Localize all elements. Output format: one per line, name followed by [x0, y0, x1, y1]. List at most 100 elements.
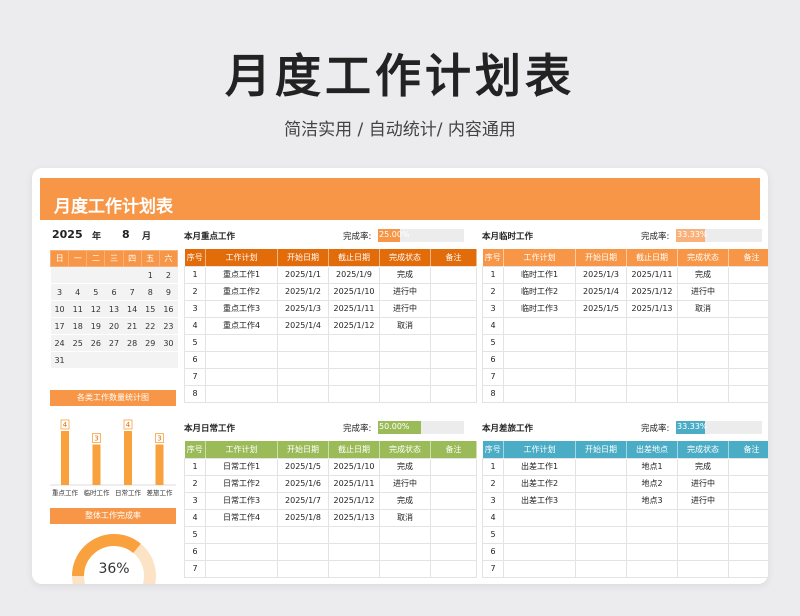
table-cell[interactable]: 出差工作3: [503, 491, 576, 510]
table-cell[interactable]: [575, 542, 627, 561]
table-cell[interactable]: 2025/1/12: [328, 316, 380, 335]
table-cell[interactable]: 进行中: [677, 282, 729, 301]
table-cell[interactable]: [205, 333, 278, 352]
table-cell[interactable]: 重点工作3: [205, 299, 278, 318]
table-cell[interactable]: 4: [184, 316, 206, 335]
table-cell[interactable]: 2025/1/3: [575, 265, 627, 284]
table-cell[interactable]: [728, 508, 768, 527]
table-cell[interactable]: [575, 508, 627, 527]
table-cell[interactable]: [728, 367, 768, 386]
table-cell[interactable]: 8: [482, 384, 504, 403]
table-cell[interactable]: [626, 542, 678, 561]
table-cell[interactable]: 1: [184, 265, 206, 284]
table-cell[interactable]: [277, 350, 329, 369]
table-cell[interactable]: 取消: [677, 299, 729, 318]
table-cell[interactable]: 2: [184, 474, 206, 493]
table-cell[interactable]: [430, 491, 477, 510]
table-cell[interactable]: [575, 559, 627, 578]
table-cell[interactable]: [430, 508, 477, 527]
table-cell[interactable]: 2025/1/1: [277, 265, 329, 284]
table-cell[interactable]: 7: [184, 559, 206, 578]
table-cell[interactable]: [626, 384, 678, 403]
table-cell[interactable]: [677, 316, 729, 335]
table-cell[interactable]: [728, 316, 768, 335]
table-cell[interactable]: 出差工作1: [503, 457, 576, 476]
table-cell[interactable]: [430, 350, 477, 369]
table-cell[interactable]: [728, 333, 768, 352]
table-cell[interactable]: 重点工作2: [205, 282, 278, 301]
table-cell[interactable]: 地点3: [626, 491, 678, 510]
table-cell[interactable]: 7: [184, 367, 206, 386]
table-cell[interactable]: 2025/1/3: [277, 299, 329, 318]
table-cell[interactable]: [677, 559, 729, 578]
table-cell[interactable]: [379, 384, 431, 403]
table-cell[interactable]: 2025/1/10: [328, 282, 380, 301]
table-cell[interactable]: 临时工作2: [503, 282, 576, 301]
table-cell[interactable]: 取消: [379, 508, 431, 527]
table-cell[interactable]: [728, 474, 768, 493]
table-cell[interactable]: 2025/1/13: [626, 299, 678, 318]
table-cell[interactable]: 4: [482, 316, 504, 335]
table-cell[interactable]: [430, 542, 477, 561]
table-cell[interactable]: 日常工作3: [205, 491, 278, 510]
table-cell[interactable]: 重点工作4: [205, 316, 278, 335]
table-cell[interactable]: 2025/1/2: [277, 282, 329, 301]
table-cell[interactable]: 取消: [379, 316, 431, 335]
table-cell[interactable]: 日常工作4: [205, 508, 278, 527]
table-cell[interactable]: [503, 525, 576, 544]
table-cell[interactable]: 2025/1/4: [277, 316, 329, 335]
table-cell[interactable]: 2025/1/11: [626, 265, 678, 284]
table-cell[interactable]: [430, 265, 477, 284]
table-cell[interactable]: [277, 333, 329, 352]
table-cell[interactable]: 进行中: [379, 474, 431, 493]
table-cell[interactable]: 1: [184, 457, 206, 476]
table-cell[interactable]: [379, 525, 431, 544]
table-cell[interactable]: 2025/1/11: [328, 474, 380, 493]
table-cell[interactable]: 4: [184, 508, 206, 527]
table-cell[interactable]: 临时工作3: [503, 299, 576, 318]
table-cell[interactable]: [328, 333, 380, 352]
table-cell[interactable]: [626, 508, 678, 527]
table-cell[interactable]: [328, 350, 380, 369]
table-cell[interactable]: [575, 474, 627, 493]
table-cell[interactable]: [728, 457, 768, 476]
table-cell[interactable]: 进行中: [379, 282, 431, 301]
table-cell[interactable]: [430, 474, 477, 493]
table-cell[interactable]: [503, 542, 576, 561]
table-cell[interactable]: 2025/1/10: [328, 457, 380, 476]
table-cell[interactable]: 进行中: [677, 491, 729, 510]
table-cell[interactable]: [328, 384, 380, 403]
table-cell[interactable]: 完成: [379, 457, 431, 476]
table-cell[interactable]: 8: [184, 384, 206, 403]
table-cell[interactable]: [575, 525, 627, 544]
table-cell[interactable]: 6: [482, 542, 504, 561]
table-cell[interactable]: 5: [184, 525, 206, 544]
table-cell[interactable]: 6: [184, 350, 206, 369]
table-cell[interactable]: 7: [482, 559, 504, 578]
table-cell[interactable]: 5: [482, 525, 504, 544]
table-cell[interactable]: 2025/1/11: [328, 299, 380, 318]
table-cell[interactable]: [503, 350, 576, 369]
table-cell[interactable]: 3: [482, 299, 504, 318]
table-cell[interactable]: [677, 350, 729, 369]
table-cell[interactable]: [677, 508, 729, 527]
table-cell[interactable]: 完成: [677, 265, 729, 284]
table-cell[interactable]: 2025/1/4: [575, 282, 627, 301]
table-cell[interactable]: [626, 333, 678, 352]
table-cell[interactable]: [277, 559, 329, 578]
table-cell[interactable]: [626, 350, 678, 369]
table-cell[interactable]: [503, 367, 576, 386]
table-cell[interactable]: [205, 367, 278, 386]
table-cell[interactable]: 1: [482, 265, 504, 284]
table-cell[interactable]: [728, 491, 768, 510]
table-cell[interactable]: [728, 265, 768, 284]
table-cell[interactable]: 出差工作2: [503, 474, 576, 493]
table-cell[interactable]: 5: [184, 333, 206, 352]
table-cell[interactable]: [379, 542, 431, 561]
table-cell[interactable]: [205, 350, 278, 369]
table-cell[interactable]: 完成: [379, 265, 431, 284]
table-cell[interactable]: [430, 333, 477, 352]
table-cell[interactable]: 进行中: [379, 299, 431, 318]
table-cell[interactable]: [728, 542, 768, 561]
table-cell[interactable]: [503, 384, 576, 403]
